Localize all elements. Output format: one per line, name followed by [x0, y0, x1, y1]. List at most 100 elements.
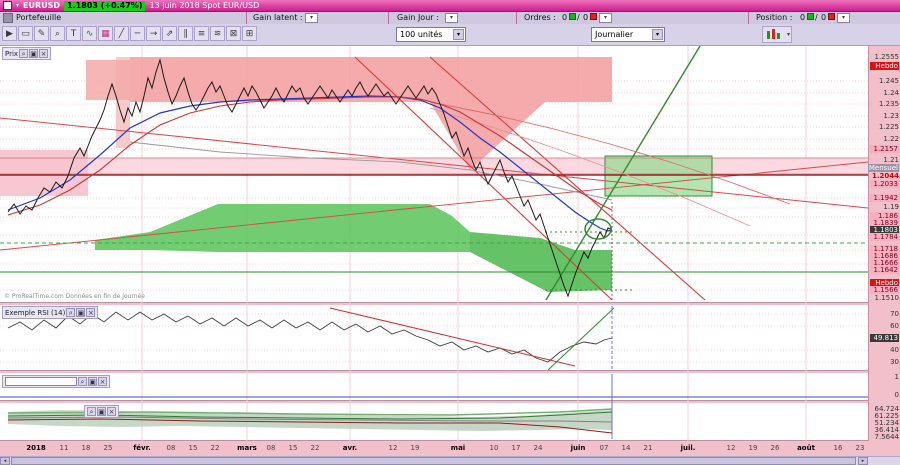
axis-tick: 0 — [894, 391, 899, 399]
separator — [388, 12, 389, 24]
zoom-tool[interactable]: ⌕ — [50, 26, 65, 41]
scroll-left-icon[interactable]: ◂ — [0, 457, 10, 465]
zigzag-tool[interactable]: ≋ — [210, 26, 225, 41]
arrow-line-tool[interactable]: → — [146, 26, 161, 41]
candlestick-icon — [777, 33, 780, 39]
x-axis-label: 17 — [511, 444, 521, 452]
zoom-icon[interactable]: ⌕ — [19, 49, 29, 58]
horizontal-line-tool[interactable]: ─ — [130, 26, 145, 41]
axis-tick: Mensuel — [867, 164, 899, 172]
units-dropdown[interactable]: 100 unités ▾ — [396, 27, 466, 42]
axis-tick: 40 — [890, 346, 899, 354]
sell-indicator-icon — [590, 13, 597, 20]
price-axis[interactable]: 1.2555 Hebdo 1.245 1.24 1.235 1.23 1.225 1.22 1.… — [867, 46, 900, 441]
x-axis-label: 14 — [621, 444, 631, 452]
axis-tick: 1.23 — [883, 112, 899, 120]
axis-tick: 60 — [890, 322, 899, 330]
parallel-channel-tool[interactable]: ∥ — [178, 26, 193, 41]
timeframe-value: Journalier — [595, 30, 634, 39]
time-axis[interactable]: 2018 11 18 25 févr. 08 15 22 mars 08 15 22 avr. 12 19 m… — [0, 441, 868, 456]
x-axis-label: 12 — [388, 444, 398, 452]
close-icon[interactable]: × — [98, 377, 107, 386]
x-axis-label: 11 — [59, 444, 69, 452]
axis-tick: 1.2555 — [874, 53, 900, 61]
axis-tick: 1.1642 — [870, 266, 899, 274]
position-dropdown[interactable]: ▾ — [837, 13, 850, 23]
pencil-tool[interactable]: ✎ — [34, 26, 49, 41]
axis-tick: 1.225 — [878, 123, 899, 131]
units-value: 100 unités — [400, 30, 443, 39]
scrollbar-thumb[interactable] — [11, 457, 856, 465]
aux-indicator-panel[interactable] — [0, 373, 868, 401]
x-axis-label: mai — [450, 444, 466, 452]
gain-latent-label: Gain latent : — [253, 13, 303, 22]
x-axis-label: 16 — [833, 444, 843, 452]
gain-latent-dropdown[interactable]: ▾ — [305, 13, 318, 23]
display-mode-tool[interactable]: ▦ — [98, 26, 113, 41]
x-axis-label: 22 — [310, 444, 320, 452]
chevron-down-icon: ▾ — [786, 31, 790, 38]
portfolio-label[interactable]: Portefeuille — [16, 13, 61, 22]
position-count-buy: 0 — [800, 13, 806, 22]
x-axis-label: 26 — [770, 444, 780, 452]
axis-tick: 1.235 — [878, 100, 899, 108]
price-panel[interactable] — [0, 46, 868, 303]
close-icon[interactable]: × — [86, 308, 96, 317]
close-icon[interactable]: × — [39, 49, 49, 58]
buy-indicator-icon — [569, 13, 576, 20]
symbol-caret-icon[interactable]: ▾ — [16, 2, 19, 9]
axis-tick: 1.19 — [883, 203, 899, 211]
x-axis-label: 21 — [643, 444, 653, 452]
panel-settings-icon[interactable]: ▣ — [88, 377, 97, 386]
close-icon[interactable]: × — [107, 407, 116, 416]
text-tool[interactable]: T — [66, 26, 81, 41]
x-axis-label: 15 — [288, 444, 298, 452]
indicators-tool[interactable]: ∿ — [82, 26, 97, 41]
timeframe-dropdown[interactable]: Journalier ▾ — [591, 27, 665, 42]
x-axis-label: févr. — [133, 444, 151, 452]
axis-tick: Hebdo — [870, 62, 899, 70]
separator — [246, 12, 247, 24]
eraser-tool[interactable]: ▭ — [18, 26, 33, 41]
x-axis-label: 15 — [188, 444, 198, 452]
gain-jour-dropdown[interactable]: ▾ — [445, 13, 458, 23]
x-axis-label: 25 — [103, 444, 113, 452]
axis-tick: 1.2044 — [871, 172, 899, 180]
ordres-count-sell: 0 — [583, 13, 589, 22]
axis-tick: 49.813 — [870, 334, 899, 342]
delete-drawings-tool[interactable]: ⊠ — [226, 26, 241, 41]
zoom-icon[interactable]: ⌕ — [87, 407, 96, 416]
cursor-tool[interactable]: ▶ — [2, 26, 17, 41]
x-axis-label: 23 — [855, 444, 865, 452]
rsi-panel[interactable] — [0, 305, 868, 371]
panel-settings-icon[interactable]: ▣ — [76, 308, 86, 317]
indicator-search-input[interactable] — [5, 377, 77, 386]
chart-style-button[interactable]: ▾ — [762, 26, 792, 43]
price-panel-chip: Prix ⌕ ▣ × — [2, 47, 52, 60]
grid-tool[interactable]: ⊞ — [242, 26, 257, 41]
axis-tick: 1.2157 — [870, 145, 899, 153]
app-icon — [3, 1, 12, 10]
axis-tick: 7.5644 — [874, 433, 900, 441]
ordres-dropdown[interactable]: ▾ — [599, 13, 612, 23]
axis-tick: 1.1510 — [874, 294, 900, 302]
trend-line-tool[interactable]: ╱ — [114, 26, 129, 41]
ordres-slash: / — [577, 13, 580, 22]
x-axis-label: 19 — [748, 444, 758, 452]
zoom-icon[interactable]: ⌕ — [78, 377, 87, 386]
portfolio-icon[interactable] — [3, 13, 13, 23]
ribbon-indicator-panel[interactable] — [0, 403, 868, 441]
scroll-right-icon[interactable]: ▸ — [858, 457, 868, 465]
panel-settings-icon[interactable]: ▣ — [29, 49, 39, 58]
zoom-icon[interactable]: ⌕ — [66, 308, 76, 317]
symbol-label: EURUSD — [23, 1, 61, 10]
aux-panel-chip: ⌕ ▣ × — [2, 375, 110, 388]
separator — [748, 12, 749, 24]
x-axis-label: 19 — [410, 444, 420, 452]
extended-line-tool[interactable]: ⇗ — [162, 26, 177, 41]
x-axis-label: 10 — [489, 444, 499, 452]
axis-tick: 30 — [890, 358, 899, 366]
fibonacci-tool[interactable]: ≡ — [194, 26, 209, 41]
horizontal-scrollbar[interactable]: ◂ ▸ — [0, 456, 900, 465]
panel-settings-icon[interactable]: ▣ — [97, 407, 106, 416]
